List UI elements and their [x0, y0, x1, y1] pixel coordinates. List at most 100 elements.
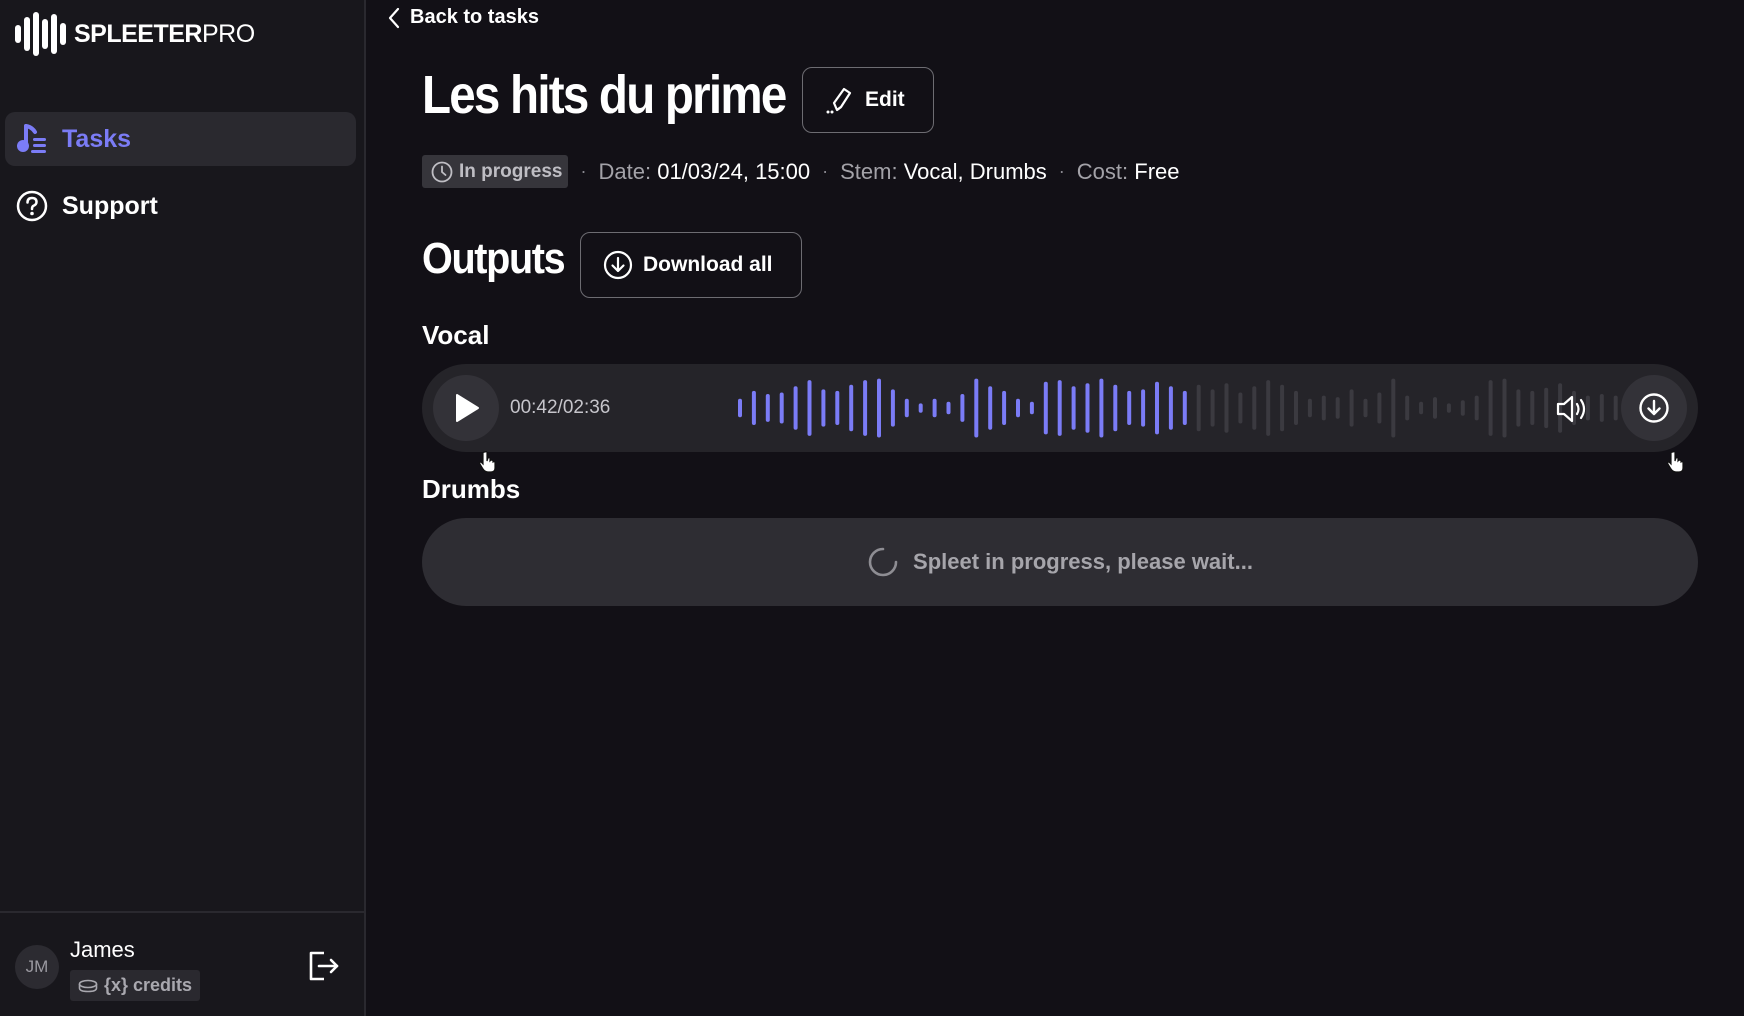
- waveform-bar: [1113, 384, 1118, 432]
- waveform-bar: [863, 380, 868, 436]
- waveform-bar: [1210, 389, 1215, 427]
- waveform-bar: [1085, 383, 1090, 433]
- waveform-bar: [1405, 395, 1410, 421]
- track-name-vocal: Vocal: [422, 320, 490, 350]
- sidebar: SPLEETERPRO Tasks Support JM James {x} c…: [0, 0, 366, 1016]
- spleet-progress: Spleet in progress, please wait...: [422, 518, 1698, 606]
- waveform-bar: [1252, 386, 1257, 430]
- waveform-bar: [1349, 389, 1354, 427]
- waveform-bar: [960, 394, 965, 422]
- soundwave-logo-icon: [15, 12, 66, 56]
- waveform-bar: [779, 392, 784, 424]
- progress-text: Spleet in progress, please wait...: [913, 549, 1253, 574]
- date-meta: Date: 01/03/24, 15:00: [598, 158, 811, 184]
- back-label: Back to tasks: [410, 6, 539, 28]
- separator: ·: [1058, 161, 1065, 181]
- download-circle-icon: [1639, 393, 1669, 423]
- credits-label: {x} credits: [104, 975, 193, 995]
- waveform-bar: [1502, 378, 1507, 438]
- edit-label: Edit: [865, 88, 905, 111]
- date-value: 01/03/24, 15:00: [657, 158, 811, 184]
- waveform-bar: [918, 403, 923, 413]
- clock-icon: [431, 161, 453, 182]
- waveform-bar: [1099, 378, 1104, 438]
- pen-icon: [826, 87, 852, 114]
- waveform-bar: [904, 398, 909, 418]
- waveform-bar: [835, 390, 840, 425]
- sidebar-item-label: Support: [62, 191, 158, 220]
- avatar[interactable]: JM: [15, 945, 59, 989]
- download-all-label: Download all: [643, 253, 773, 276]
- waveform-bar: [877, 378, 881, 438]
- waveform[interactable]: [422, 364, 1698, 452]
- waveform-bar: [821, 389, 826, 427]
- waveform-bar: [988, 386, 993, 430]
- back-to-tasks-link[interactable]: Back to tasks: [388, 6, 539, 29]
- waveform-bar: [1363, 398, 1368, 418]
- hand-cursor-icon: [1667, 451, 1684, 473]
- waveform-bar: [1043, 381, 1048, 435]
- waveform-bar: [1168, 386, 1173, 430]
- waveform-bar: [1613, 395, 1618, 421]
- waveform-bar: [1155, 381, 1159, 435]
- waveform-bar: [1127, 390, 1132, 425]
- waveform-bar: [1266, 380, 1271, 436]
- coins-icon: [78, 979, 98, 992]
- waveform-bar: [946, 401, 951, 415]
- waveform-bar: [807, 380, 812, 436]
- stem-value: Vocal, Drumbs: [903, 158, 1047, 184]
- question-circle-icon: [16, 190, 48, 222]
- app-logo[interactable]: SPLEETERPRO: [15, 12, 255, 56]
- status-label: In progress: [459, 160, 563, 182]
- waveform-bar: [1071, 386, 1076, 430]
- waveform-bar: [1599, 394, 1604, 422]
- waveform-bar: [1016, 398, 1020, 418]
- waveform-bar: [765, 394, 770, 422]
- waveform-bar: [932, 398, 937, 418]
- download-circle-icon: [603, 250, 633, 280]
- waveform-bar: [751, 390, 756, 425]
- waveform-bar: [1446, 403, 1451, 413]
- chevron-left-icon: [388, 7, 400, 28]
- task-detail: Back to tasks Les hits du prime Edit In …: [368, 0, 1744, 1016]
- waveform-bar: [1433, 397, 1437, 419]
- credits-badge: {x} credits: [70, 970, 201, 1001]
- waveform-bar: [1224, 383, 1229, 433]
- waveform-bar: [1544, 387, 1549, 429]
- volume-button[interactable]: [1550, 386, 1596, 432]
- brand-suffix: PRO: [201, 19, 255, 48]
- stem-meta: Stem: Vocal, Drumbs: [840, 158, 1047, 184]
- sidebar-item-support[interactable]: Support: [5, 179, 356, 233]
- track-name-drumbs: Drumbs: [422, 474, 521, 504]
- audio-player-vocal: 00:42/02:36: [422, 364, 1698, 452]
- waveform-bar: [1029, 401, 1034, 415]
- waveform-bar: [974, 378, 979, 438]
- speaker-icon: [1556, 395, 1586, 423]
- waveform-bar: [1294, 390, 1298, 425]
- waveform-bar: [890, 389, 895, 427]
- outputs-heading: Outputs: [422, 234, 566, 283]
- edit-button[interactable]: Edit: [802, 67, 934, 133]
- waveform-bar: [1488, 380, 1493, 436]
- waveform-bar: [1196, 384, 1201, 432]
- brand-name: SPLEETER: [74, 19, 202, 48]
- waveform-bar: [1057, 380, 1062, 436]
- waveform-bar: [1141, 389, 1146, 427]
- waveform-bar: [1474, 395, 1479, 421]
- logout-icon[interactable]: [306, 949, 340, 983]
- cost-meta: Cost: Free: [1076, 158, 1180, 184]
- separator: ·: [580, 161, 587, 181]
- waveform-bar: [1307, 398, 1312, 418]
- sidebar-item-tasks[interactable]: Tasks: [5, 112, 356, 166]
- waveform-bar: [1377, 392, 1382, 424]
- task-meta: In progress · Date: 01/03/24, 15:00 · St…: [422, 155, 1180, 188]
- status-badge: In progress: [422, 155, 569, 188]
- waveform-bar: [738, 398, 742, 418]
- waveform-bar: [1182, 390, 1187, 425]
- download-all-button[interactable]: Download all: [580, 232, 802, 298]
- sidebar-item-label: Tasks: [62, 124, 132, 153]
- waveform-bar: [1460, 400, 1465, 416]
- download-track-button[interactable]: [1621, 375, 1687, 441]
- page-title: Les hits du prime: [422, 65, 787, 125]
- waveform-bar: [1002, 390, 1007, 425]
